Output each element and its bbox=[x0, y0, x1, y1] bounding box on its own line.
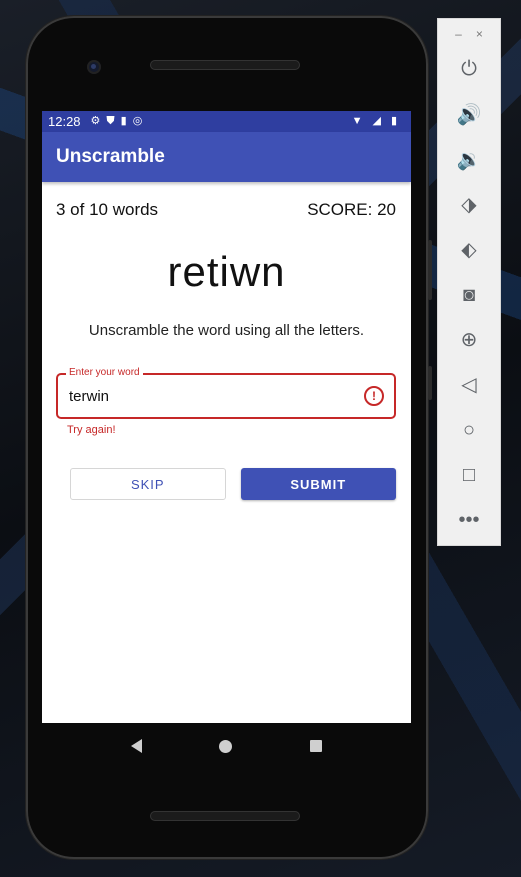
power-button bbox=[428, 366, 432, 400]
battery-icon: ▮ bbox=[390, 115, 397, 127]
more-icon[interactable]: ••• bbox=[438, 508, 500, 532]
overview-icon[interactable]: □ bbox=[438, 463, 500, 487]
app-title: Unscramble bbox=[56, 146, 165, 167]
error-icon: ! bbox=[364, 386, 384, 406]
top-speaker bbox=[150, 60, 300, 70]
status-bar: 12:28 ⚙ ⛊ ▮ ◎ ▼ ◢ ▮ bbox=[42, 111, 411, 132]
instructions: Unscramble the word using all the letter… bbox=[88, 322, 365, 339]
scrambled-word: retiwn bbox=[167, 248, 286, 295]
wifi-icon: ▼ bbox=[351, 115, 363, 127]
power-icon[interactable]: ⏻ bbox=[438, 57, 500, 81]
app-screen: 12:28 ⚙ ⛊ ▮ ◎ ▼ ◢ ▮ Unscramble 3 of 10 w… bbox=[42, 111, 411, 723]
shield-icon: ⛊ bbox=[106, 115, 115, 127]
nav-home-icon[interactable] bbox=[219, 739, 233, 753]
sd-card-icon: ▮ bbox=[120, 115, 127, 127]
word-count: 3 of 10 words bbox=[56, 200, 159, 219]
rotate-left-icon[interactable]: ⬗ bbox=[438, 193, 500, 217]
word-input-label: Enter your word bbox=[66, 367, 143, 378]
word-input[interactable] bbox=[67, 387, 351, 406]
status-time: 12:28 bbox=[48, 114, 81, 129]
close-icon[interactable]: × bbox=[476, 27, 483, 41]
signal-icon: ◢ bbox=[372, 115, 381, 127]
error-message: Try again! bbox=[67, 424, 116, 436]
home-icon[interactable]: ○ bbox=[438, 418, 500, 442]
front-camera bbox=[87, 60, 101, 74]
skip-button[interactable]: SKIP bbox=[70, 468, 226, 500]
minimize-icon[interactable]: – bbox=[455, 27, 462, 41]
nav-back-icon[interactable] bbox=[130, 739, 142, 753]
sync-icon: ◎ bbox=[132, 115, 143, 127]
nav-recents-icon[interactable] bbox=[310, 740, 323, 752]
volume-rocker bbox=[428, 240, 432, 300]
app-bar: Unscramble bbox=[42, 132, 411, 182]
zoom-icon[interactable]: ⊕ bbox=[438, 328, 500, 352]
volume-down-icon[interactable]: 🔉 bbox=[438, 148, 500, 172]
system-nav-bar bbox=[42, 723, 411, 769]
game-stats: 3 of 10 words SCORE: 20 bbox=[42, 200, 411, 220]
rotate-right-icon[interactable]: ⬖ bbox=[438, 238, 500, 262]
action-buttons: SKIP SUBMIT bbox=[70, 468, 396, 500]
score: SCORE: 20 bbox=[307, 200, 396, 219]
bottom-speaker bbox=[150, 811, 300, 821]
emulator-toolbar: – × ⏻ 🔊 🔉 ⬗ ⬖ ◙ ⊕ ◁ ○ □ ••• bbox=[437, 18, 501, 546]
back-icon[interactable]: ◁ bbox=[438, 373, 500, 397]
word-input-field[interactable]: Enter your word ! bbox=[56, 367, 396, 419]
submit-button[interactable]: SUBMIT bbox=[240, 468, 396, 500]
camera-icon[interactable]: ◙ bbox=[438, 283, 500, 307]
volume-up-icon[interactable]: 🔊 bbox=[438, 103, 500, 127]
settings-icon: ⚙ bbox=[90, 115, 101, 127]
